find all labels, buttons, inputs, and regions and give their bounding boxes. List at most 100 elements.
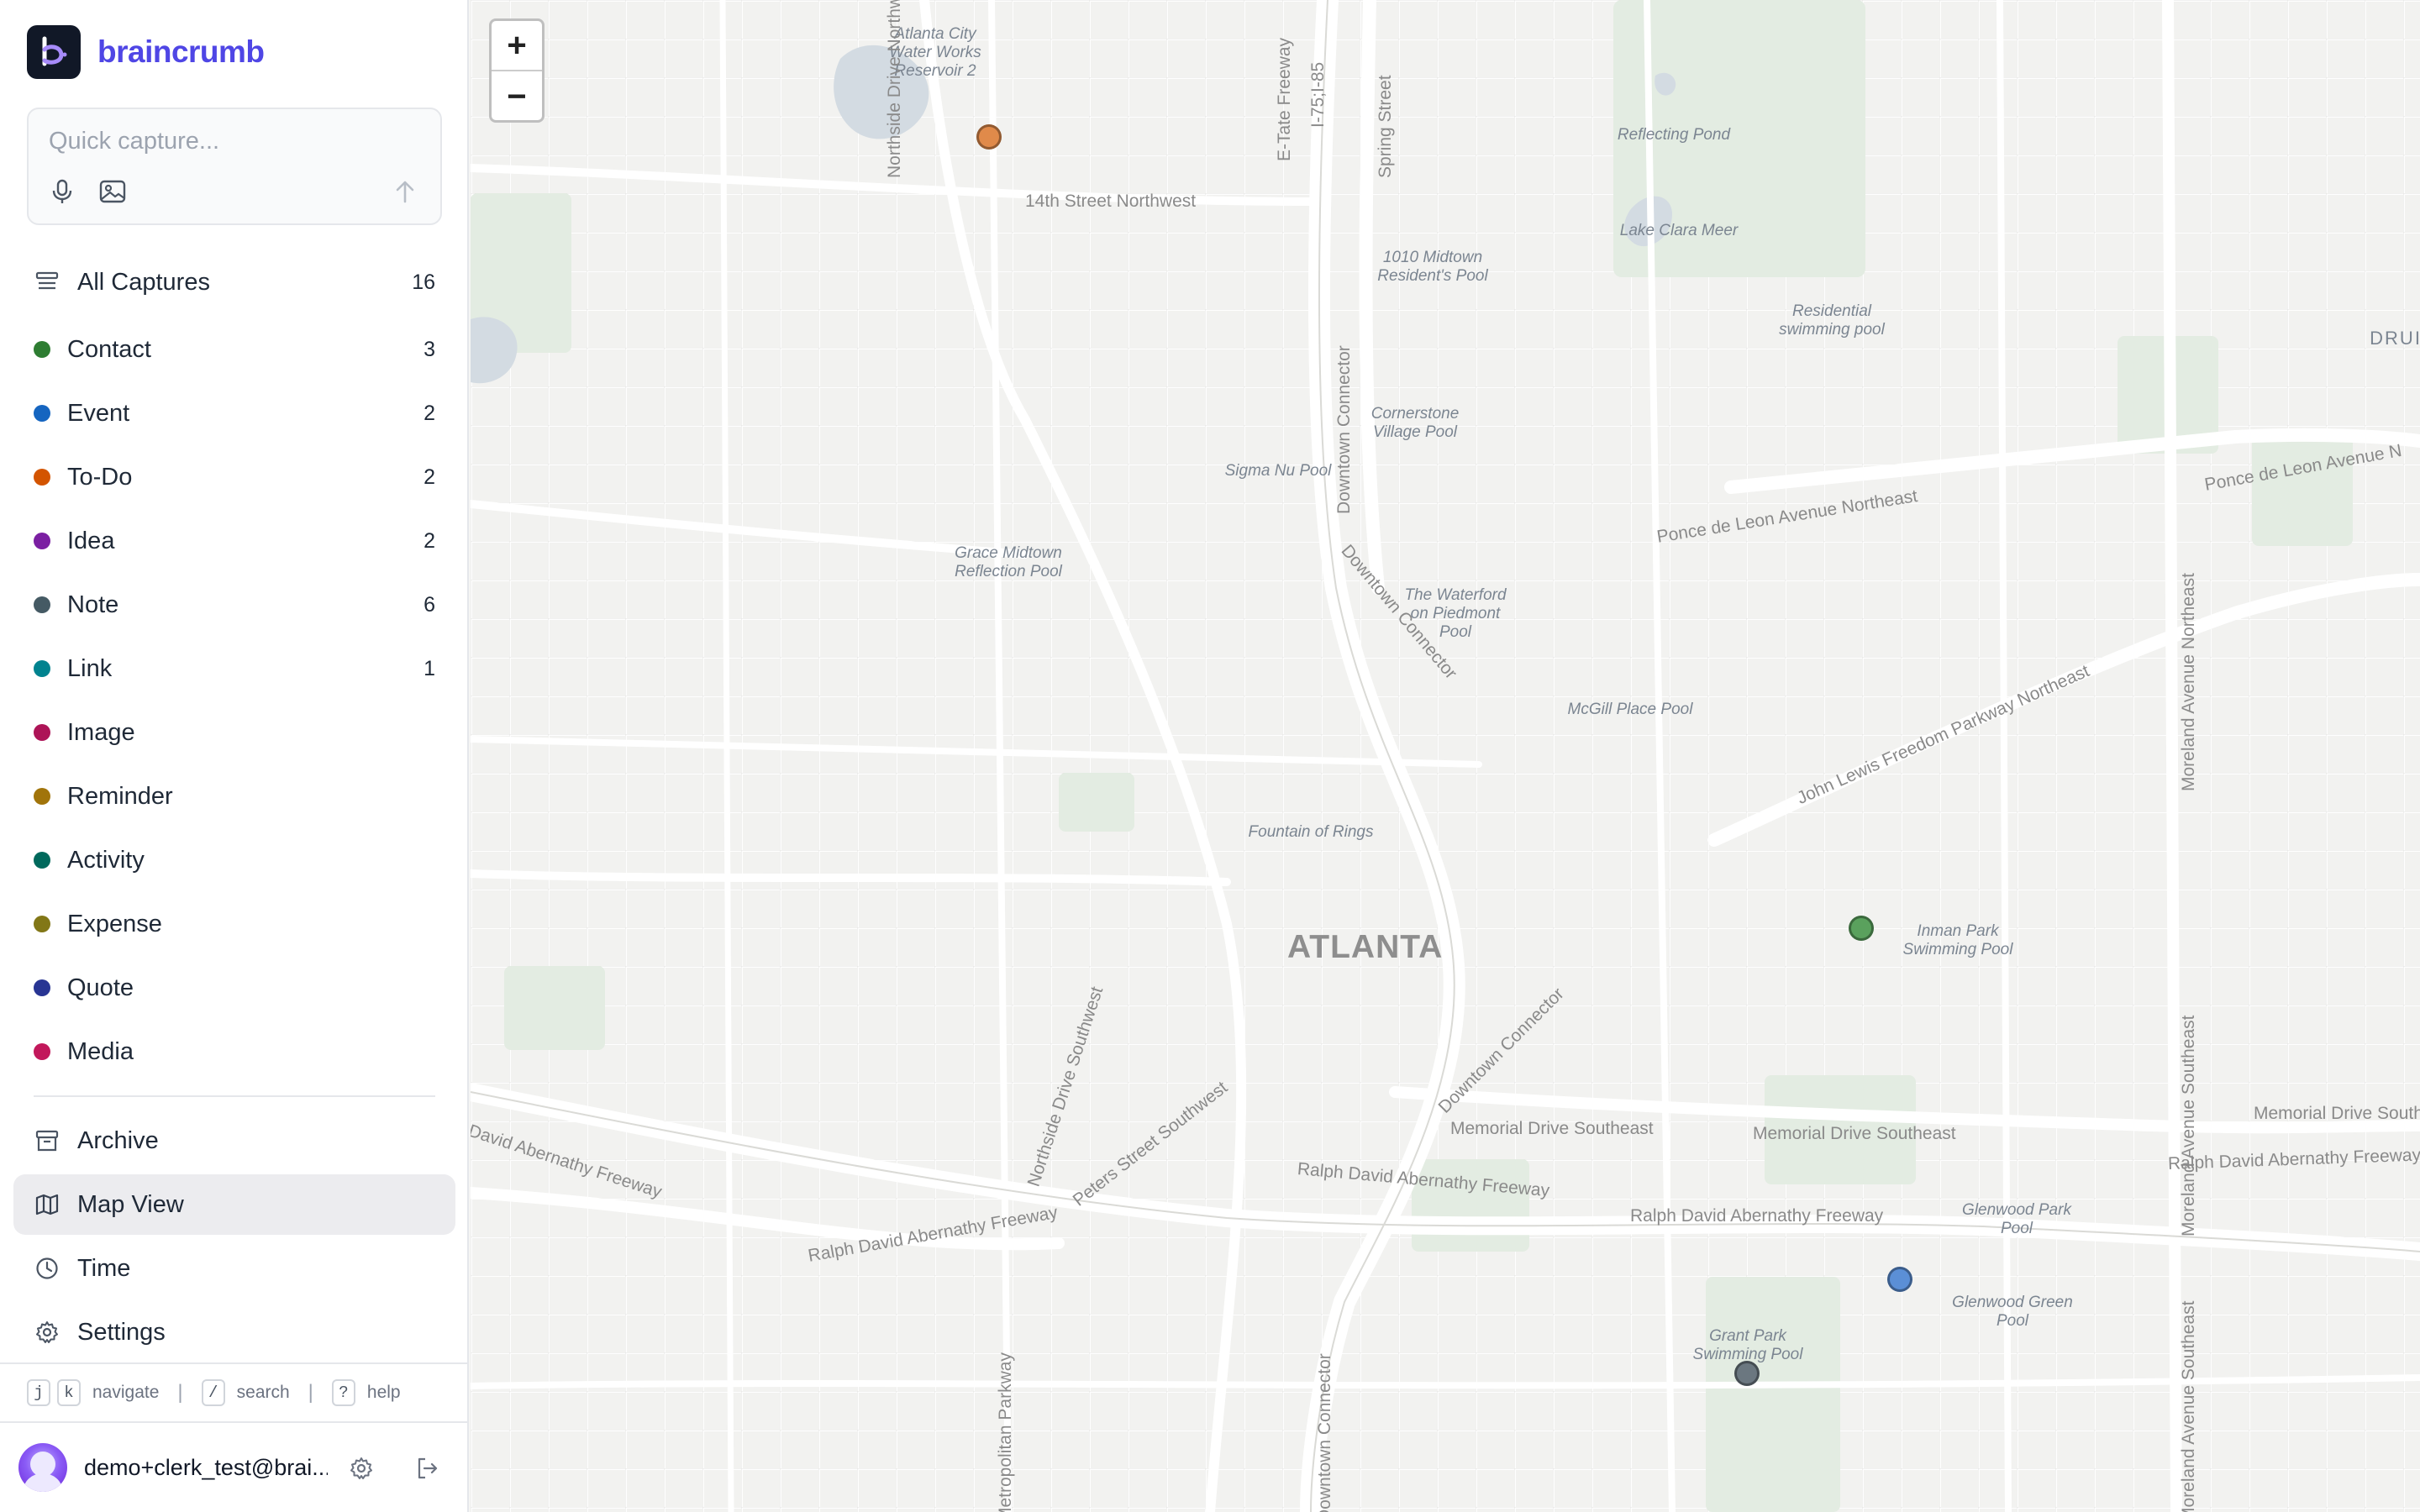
kbd-k: k (57, 1379, 81, 1406)
street-label: Northside Drive Northwest (885, 0, 904, 178)
sidebar: braincrumb All Captures 16 Contact 3 Event… (0, 0, 469, 1512)
clock-icon (34, 1255, 60, 1282)
braincrumb-logo-icon (27, 25, 81, 79)
gear-icon (34, 1319, 60, 1346)
nav-time[interactable]: Time (13, 1238, 455, 1299)
zoom-out-button[interactable]: − (492, 71, 542, 120)
category-to-do[interactable]: To-Do 2 (13, 450, 455, 504)
category-image[interactable]: Image (13, 706, 455, 759)
place-label: Grace Midtown Reflection Pool (955, 544, 1062, 580)
zoom-in-button[interactable]: + (492, 21, 542, 71)
archive-icon (34, 1127, 60, 1154)
category-count: 2 (424, 465, 435, 489)
category-color-dot (34, 405, 50, 422)
category-count: 6 (424, 592, 435, 617)
quick-capture-input[interactable] (49, 124, 402, 158)
send-arrow-icon[interactable] (388, 175, 422, 208)
zoom-control: + − (489, 18, 544, 123)
keyboard-hints: j k navigate | / search | ? help (0, 1362, 469, 1423)
place-label: Fountain of Rings (1248, 823, 1374, 841)
map-marker-note[interactable] (1734, 1361, 1760, 1386)
category-idea[interactable]: Idea 2 (13, 514, 455, 568)
street-label: I-75;I-85 (1308, 61, 1328, 128)
map-view[interactable]: + − Atlanta City Water Works Reservoir 2 R… (471, 0, 2420, 1512)
street-label: Downtown Connector (1315, 1353, 1334, 1512)
category-count: 3 (424, 337, 435, 361)
map-marker-contact[interactable] (1849, 916, 1874, 941)
image-icon[interactable] (96, 175, 129, 208)
brand[interactable]: braincrumb (27, 25, 265, 79)
place-label: Glenwood Park Pool (1962, 1201, 2071, 1237)
hint-navigate: navigate (92, 1383, 160, 1402)
quick-capture-box (27, 108, 442, 225)
category-label: Note (67, 591, 119, 618)
street-label: Metropolitan Parkway (996, 1352, 1015, 1512)
category-quote[interactable]: Quote (13, 961, 455, 1015)
city-label: ATLANTA (1287, 929, 1444, 965)
category-color-dot (34, 596, 50, 613)
category-label: Media (67, 1037, 134, 1065)
category-label: Activity (67, 846, 145, 874)
category-event[interactable]: Event 2 (13, 386, 455, 440)
map-icon (34, 1191, 60, 1218)
category-label: To-Do (67, 463, 133, 491)
category-color-dot (34, 979, 50, 996)
place-label: Glenwood Green Pool (1952, 1294, 2073, 1330)
street-label: Moreland Avenue Southeast (2179, 1015, 2198, 1236)
place-label: Sigma Nu Pool (1224, 462, 1332, 480)
nav-settings[interactable]: Settings (13, 1302, 455, 1362)
nav-label: Archive (77, 1126, 159, 1154)
street-label: Moreland Avenue Southeast (2179, 1300, 2198, 1512)
category-media[interactable]: Media (13, 1025, 455, 1079)
hint-separator: | (177, 1381, 183, 1404)
category-color-dot (34, 852, 50, 869)
category-color-dot (34, 469, 50, 486)
place-label: 1010 Midtown Resident's Pool (1377, 249, 1488, 285)
category-contact[interactable]: Contact 3 (13, 323, 455, 376)
street-label: E-Tate Freeway (1275, 37, 1294, 161)
nav-map-view[interactable]: Map View (13, 1174, 455, 1235)
sidebar-divider (34, 1095, 435, 1097)
nav-all-captures[interactable]: All Captures 16 (13, 252, 455, 312)
user-email: demo+clerk_test@brai... (84, 1454, 328, 1480)
nav-label: Map View (77, 1190, 184, 1218)
category-reminder[interactable]: Reminder (13, 769, 455, 823)
category-label: Link (67, 654, 113, 682)
map-marker-todo[interactable] (976, 124, 1002, 150)
nav-label: All Captures (77, 268, 210, 296)
category-count: 2 (424, 401, 435, 425)
map-marker-event[interactable] (1887, 1267, 1912, 1292)
hint-separator: | (308, 1381, 313, 1404)
nav-label: Time (77, 1254, 131, 1282)
category-color-dot (34, 341, 50, 358)
place-label: Lake Clara Meer (1619, 222, 1739, 239)
category-color-dot (34, 916, 50, 932)
place-label: McGill Place Pool (1567, 701, 1693, 718)
place-label: Reflecting Pond (1617, 126, 1731, 144)
category-color-dot (34, 660, 50, 677)
nav-archive[interactable]: Archive (13, 1110, 455, 1171)
street-label: 14th Street Northwest (1025, 192, 1197, 211)
sign-out-icon[interactable] (408, 1450, 445, 1487)
category-label: Image (67, 718, 135, 746)
street-label: Downtown Connector (1334, 345, 1354, 514)
map-base-layer (471, 0, 2420, 1512)
user-settings-gear-icon[interactable] (343, 1450, 380, 1487)
category-label: Contact (67, 335, 151, 363)
place-label: Inman Park Swimming Pool (1902, 922, 2013, 958)
street-label: Spring Street (1376, 75, 1395, 178)
category-label: Idea (67, 527, 115, 554)
app-name: braincrumb (97, 34, 265, 69)
hint-help: help (366, 1383, 401, 1402)
hint-search: search (236, 1383, 290, 1402)
category-activity[interactable]: Activity (13, 833, 455, 887)
category-count: 2 (424, 528, 435, 553)
category-note[interactable]: Note 6 (13, 578, 455, 632)
category-link[interactable]: Link 1 (13, 642, 455, 696)
street-label: Ralph David Abernathy Freeway (1630, 1206, 1884, 1226)
avatar[interactable] (18, 1443, 67, 1492)
category-label: Quote (67, 974, 134, 1001)
place-label: DRUID (2370, 328, 2420, 349)
category-expense[interactable]: Expense (13, 897, 455, 951)
microphone-icon[interactable] (45, 175, 79, 208)
